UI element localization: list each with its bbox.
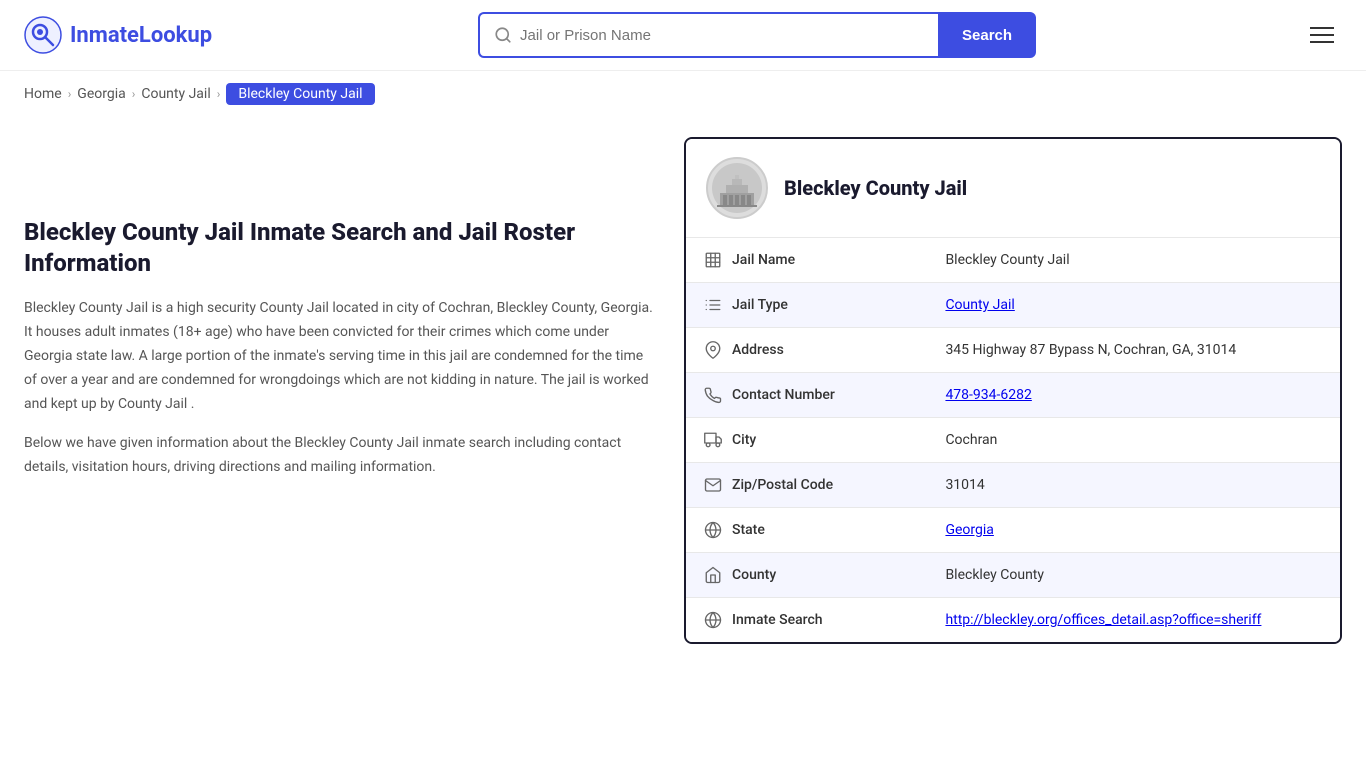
row-value-cell: 31014 [927, 463, 1340, 508]
row-label-cell: State [686, 508, 927, 553]
search-wrapper [478, 12, 938, 58]
row-label-cell: Jail Type [686, 283, 927, 328]
table-row: City Cochran [686, 418, 1340, 463]
row-label: City [732, 432, 756, 448]
table-row: County Bleckley County [686, 553, 1340, 598]
row-label: Jail Name [732, 252, 795, 268]
right-column: Bleckley County Jail Jail Name Bleckley C… [684, 137, 1342, 644]
info-card: Bleckley County Jail Jail Name Bleckley C… [684, 137, 1342, 644]
row-value-cell[interactable]: Georgia [927, 508, 1340, 553]
row-label-cell: Contact Number [686, 373, 927, 418]
main-content: Bleckley County Jail Inmate Search and J… [0, 117, 1366, 684]
search-icon [494, 26, 512, 44]
row-label-cell: Inmate Search [686, 598, 927, 643]
row-label: County [732, 567, 776, 583]
row-value-cell: Bleckley County [927, 553, 1340, 598]
row-label-cell: Jail Name [686, 238, 927, 283]
search-input[interactable] [520, 27, 924, 44]
row-value-link[interactable]: County Jail [945, 297, 1014, 313]
page-desc-1: Bleckley County Jail is a high security … [24, 297, 654, 416]
header: InmateLookup Search [0, 0, 1366, 71]
row-label-cell: Zip/Postal Code [686, 463, 927, 508]
row-label: Zip/Postal Code [732, 477, 833, 493]
card-header: Bleckley County Jail [686, 139, 1340, 238]
breadcrumb-home[interactable]: Home [24, 86, 62, 102]
row-label-cell: Address [686, 328, 927, 373]
logo-icon [24, 16, 62, 54]
table-row: Inmate Search http://bleckley.org/offices… [686, 598, 1340, 643]
breadcrumb-sep: › [68, 87, 72, 101]
table-row: Zip/Postal Code 31014 [686, 463, 1340, 508]
row-value-cell[interactable]: County Jail [927, 283, 1340, 328]
card-title: Bleckley County Jail [784, 176, 967, 200]
jail-avatar [706, 157, 768, 219]
left-column: Bleckley County Jail Inmate Search and J… [24, 137, 654, 644]
row-value-cell[interactable]: 478-934-6282 [927, 373, 1340, 418]
breadcrumb-georgia[interactable]: Georgia [77, 86, 125, 102]
table-row: Address 345 Highway 87 Bypass N, Cochran,… [686, 328, 1340, 373]
row-label-cell: City [686, 418, 927, 463]
table-row: Jail Type County Jail [686, 283, 1340, 328]
breadcrumb-county-jail[interactable]: County Jail [141, 86, 210, 102]
logo[interactable]: InmateLookup [24, 16, 212, 54]
hamburger-line [1310, 27, 1334, 29]
row-value-link[interactable]: 478-934-6282 [945, 387, 1031, 403]
row-value-cell: 345 Highway 87 Bypass N, Cochran, GA, 31… [927, 328, 1340, 373]
info-table: Jail Name Bleckley County Jail Jail Type Co… [686, 238, 1340, 642]
row-value-link[interactable]: Georgia [945, 522, 993, 538]
row-value-cell: Cochran [927, 418, 1340, 463]
row-value-cell: Bleckley County Jail [927, 238, 1340, 283]
courthouse-image [712, 163, 762, 213]
breadcrumb: Home › Georgia › County Jail › Bleckley … [0, 71, 1366, 117]
row-label: Address [732, 342, 784, 358]
search-area: Search [478, 12, 1036, 58]
table-row: Contact Number 478-934-6282 [686, 373, 1340, 418]
row-value-link[interactable]: http://bleckley.org/offices_detail.asp?o… [945, 612, 1261, 628]
page-desc-2: Below we have given information about th… [24, 432, 654, 480]
hamburger-line [1310, 34, 1334, 36]
row-label-cell: County [686, 553, 927, 598]
search-button[interactable]: Search [938, 12, 1036, 58]
breadcrumb-sep: › [132, 87, 136, 101]
hamburger-button[interactable] [1302, 19, 1342, 51]
row-label: Jail Type [732, 297, 788, 313]
table-row: State Georgia [686, 508, 1340, 553]
breadcrumb-current: Bleckley County Jail [226, 83, 374, 105]
row-label: Inmate Search [732, 612, 823, 628]
row-label: Contact Number [732, 387, 835, 403]
row-value-cell[interactable]: http://bleckley.org/offices_detail.asp?o… [927, 598, 1340, 643]
page-title: Bleckley County Jail Inmate Search and J… [24, 217, 654, 279]
hamburger-line [1310, 41, 1334, 43]
logo-text: InmateLookup [70, 23, 212, 48]
table-row: Jail Name Bleckley County Jail [686, 238, 1340, 283]
row-label: State [732, 522, 765, 538]
breadcrumb-sep: › [217, 87, 221, 101]
